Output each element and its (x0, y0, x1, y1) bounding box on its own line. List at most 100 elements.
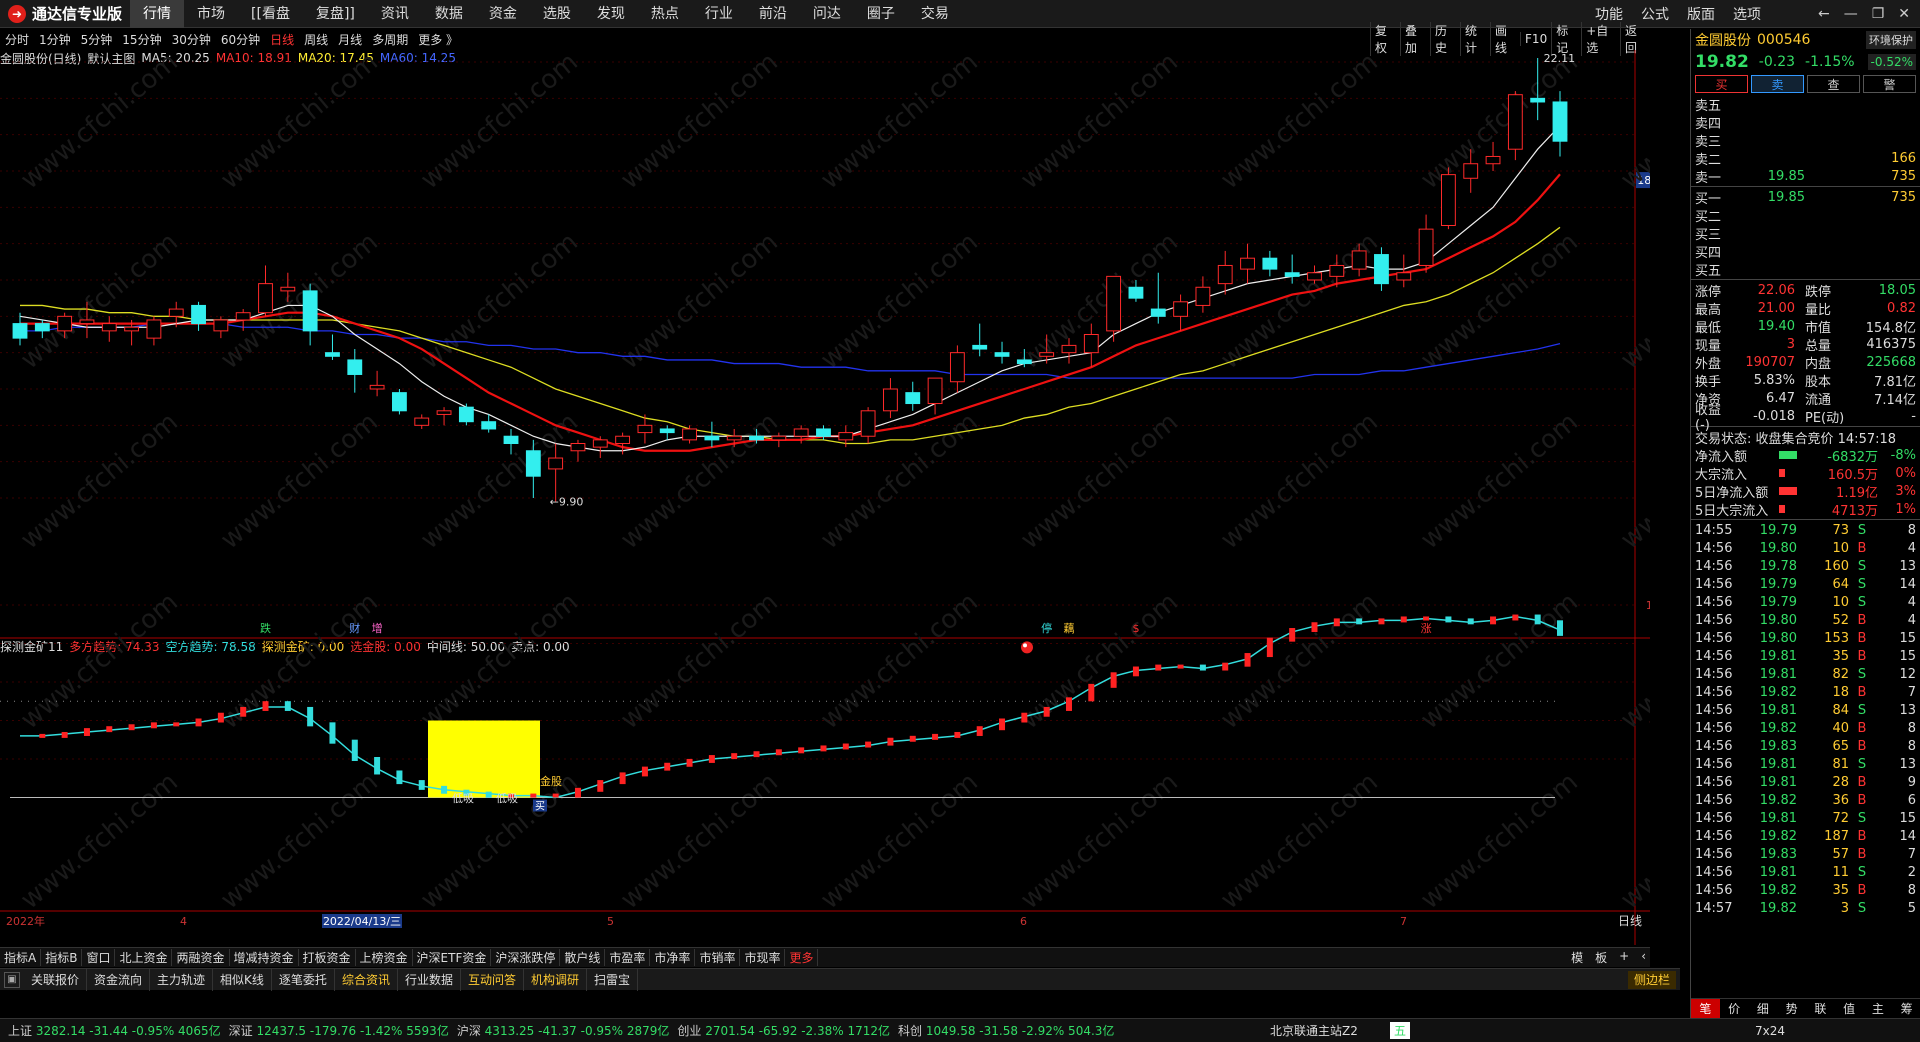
period-6[interactable]: 日线 (265, 31, 299, 48)
indicator-tab-9[interactable]: 沪深涨跌停 (491, 949, 561, 966)
sidebar-button[interactable]: 侧边栏 (1627, 971, 1676, 989)
quote-tab-7[interactable]: 筹 (1892, 999, 1920, 1018)
candle[interactable] (1173, 294, 1188, 331)
period-5[interactable]: 60分钟 (216, 31, 265, 48)
event-marker[interactable]: 停 (1041, 621, 1052, 635)
chart-svg[interactable]: 22.0021.0020.0019.0018.0017.0016.0015.00… (0, 50, 1650, 945)
candle[interactable] (1217, 250, 1233, 295)
menu-item-9[interactable]: 热点 (638, 0, 692, 28)
period-1[interactable]: 1分钟 (34, 31, 76, 48)
candle[interactable] (659, 425, 675, 440)
candle[interactable] (325, 334, 340, 360)
candle[interactable] (704, 421, 720, 448)
candle[interactable] (949, 345, 965, 393)
indicator-tool-0[interactable]: 模 (1571, 949, 1583, 966)
menu-item-6[interactable]: 资金 (476, 0, 530, 28)
candle[interactable] (1418, 214, 1434, 273)
back-icon[interactable]: ← (1818, 6, 1830, 22)
menu-item-7[interactable]: 选股 (530, 0, 584, 28)
indicator-tab-11[interactable]: 市盈率 (605, 949, 651, 966)
period-7[interactable]: 周线 (299, 31, 333, 48)
event-marker[interactable]: 藕 (1063, 622, 1074, 635)
info-tab-9[interactable]: 扫雷宝 (587, 968, 639, 991)
info-tab-1[interactable]: 资金流向 (87, 968, 151, 991)
index-quote-0[interactable]: 上证 3282.14 -31.44 -0.95% 4065亿 (8, 1022, 221, 1039)
candle[interactable] (191, 301, 206, 331)
info-tab-7[interactable]: 互动问答 (461, 968, 524, 991)
indicator-tool-2[interactable]: + (1619, 949, 1629, 966)
info-tab-8[interactable]: 机构调研 (524, 968, 587, 991)
panel-toggle-icon[interactable]: ▣ (4, 971, 20, 988)
info-tab-2[interactable]: 主力轨迹 (150, 968, 214, 991)
candle[interactable] (1440, 167, 1456, 230)
system-menu-item-2[interactable]: 版面 (1678, 4, 1724, 24)
menu-item-1[interactable]: 市场 (184, 0, 238, 28)
trade-btn-3[interactable]: 警 (1863, 75, 1916, 93)
indicator-tab-7[interactable]: 上榜资金 (356, 949, 413, 966)
candle[interactable] (1262, 250, 1278, 277)
candle[interactable] (1284, 254, 1300, 284)
system-menu-item-1[interactable]: 公式 (1632, 4, 1678, 24)
indicator-tab-1[interactable]: 指标B (41, 949, 83, 966)
indicator-tab-5[interactable]: 增减持资金 (230, 949, 299, 966)
quote-tab-3[interactable]: 势 (1777, 999, 1806, 1018)
candle[interactable] (258, 265, 273, 317)
tool-5[interactable]: F10 (1520, 32, 1551, 46)
candle[interactable] (458, 403, 474, 426)
candle[interactable] (883, 378, 898, 419)
index-quote-4[interactable]: 科创 1049.58 -31.58 -2.92% 504.3亿 (898, 1022, 1114, 1039)
candle[interactable] (213, 316, 229, 339)
candle[interactable] (1507, 91, 1523, 161)
period-2[interactable]: 5分钟 (76, 31, 118, 48)
event-marker[interactable]: $ (1132, 622, 1139, 635)
trade-btn-2[interactable]: 查 (1807, 75, 1860, 93)
trade-btn-0[interactable]: 买 (1695, 75, 1748, 93)
indicator-tab-15[interactable]: 更多 (785, 949, 819, 966)
period-9[interactable]: 多周期 (367, 31, 413, 48)
indicator-tool-3[interactable]: ‹ (1641, 949, 1646, 966)
quote-tab-4[interactable]: 联 (1806, 999, 1835, 1018)
quote-tab-5[interactable]: 值 (1835, 999, 1864, 1018)
sector-tag[interactable]: 环境保护 (1866, 31, 1916, 49)
candle[interactable] (1240, 243, 1255, 284)
quote-tab-2[interactable]: 细 (1749, 999, 1778, 1018)
indicator-tab-2[interactable]: 窗口 (82, 949, 116, 966)
candle[interactable] (994, 341, 1010, 364)
candle[interactable] (414, 414, 430, 429)
menu-item-10[interactable]: 行业 (692, 0, 746, 28)
menu-item-2[interactable]: [[看盘 (238, 0, 303, 28)
info-tab-6[interactable]: 行业数据 (398, 968, 461, 991)
candle[interactable] (1552, 91, 1568, 157)
menu-item-5[interactable]: 数据 (422, 0, 476, 28)
indicator-tab-14[interactable]: 市现率 (740, 949, 786, 966)
menu-item-11[interactable]: 前沿 (746, 0, 800, 28)
indicator-tab-12[interactable]: 市净率 (650, 949, 696, 966)
minimize-icon[interactable]: — (1844, 6, 1858, 22)
system-menu-item-3[interactable]: 选项 (1724, 4, 1770, 24)
candle[interactable] (860, 407, 876, 444)
menu-item-14[interactable]: 交易 (908, 0, 962, 28)
quote-tab-1[interactable]: 价 (1720, 999, 1749, 1018)
indicator-tab-0[interactable]: 指标A (0, 949, 42, 966)
menu-item-8[interactable]: 发现 (584, 0, 638, 28)
indicator-tool-1[interactable]: 板 (1595, 949, 1607, 966)
signal-ball-icon[interactable] (1021, 641, 1033, 654)
news-7x24[interactable]: 7x24 (1755, 1024, 1785, 1038)
candle[interactable] (369, 370, 385, 397)
event-marker[interactable]: 涨 (1421, 622, 1432, 635)
restore-icon[interactable]: ❐ (1872, 6, 1885, 22)
index-quote-3[interactable]: 创业 2701.54 -65.92 -2.38% 1712亿 (677, 1022, 890, 1039)
index-quote-1[interactable]: 深证 12437.5 -179.76 -1.42% 5593亿 (229, 1022, 449, 1039)
candle[interactable] (392, 389, 407, 415)
candle[interactable] (146, 316, 162, 346)
indicator-tab-13[interactable]: 市销率 (695, 949, 741, 966)
candle[interactable] (570, 439, 586, 462)
event-marker[interactable]: 财 (349, 621, 360, 635)
event-marker[interactable]: 增 (372, 621, 383, 635)
menu-item-12[interactable]: 问达 (800, 0, 854, 28)
candle[interactable] (927, 377, 943, 415)
period-10[interactable]: 更多 》 (413, 31, 463, 48)
period-3[interactable]: 15分钟 (117, 31, 166, 48)
menu-item-4[interactable]: 资讯 (368, 0, 422, 28)
candle[interactable] (905, 381, 921, 411)
